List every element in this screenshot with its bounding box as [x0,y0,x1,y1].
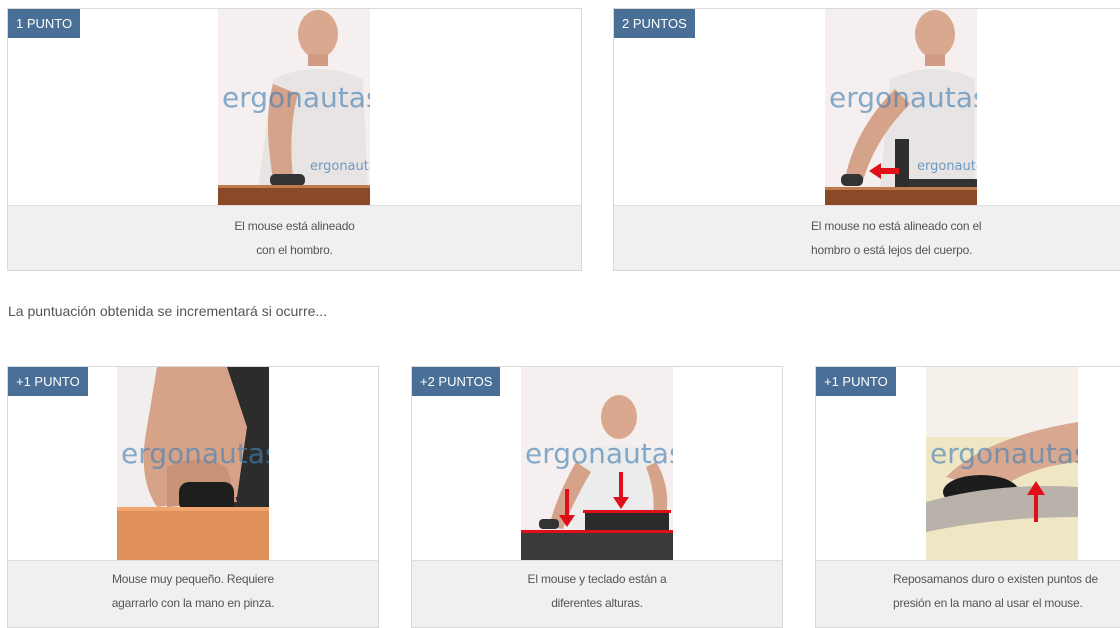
card-caption: El mouse no está alineado con el hombro … [614,205,1120,270]
score-badge: 1 PUNTO [8,9,81,38]
watermark-small: ergonautas [917,159,977,174]
caption-line-2: agarrarlo con la mano en pinza. [111,596,275,610]
card-image-area: ergonautas [816,367,1120,562]
watermark-large: ergonautas [525,437,673,470]
score-card-1-punto: ergonautas ergonautas 1 PUNTO El mouse e… [7,8,582,271]
score-badge: 2 PUNTOS [614,9,695,38]
modifier-card-small-mouse: ergonautas +1 PUNTO Mouse muy pequeño. R… [7,366,379,628]
posture-photo: ergonautas [926,367,1078,562]
modifier-card-different-heights: ergonautas +2 PUNTOS El mouse y teclado … [411,366,783,628]
watermark-large: ergonautas [829,81,977,114]
caption-line-1: Reposamanos duro o existen puntos de [893,572,1098,586]
watermark-large: ergonautas [121,437,269,470]
card-image-area: ergonautas [8,367,378,562]
watermark-small: ergonautas [310,159,370,174]
score-increase-intro: La puntuación obtenida se incrementará s… [8,303,328,319]
card-caption: El mouse y teclado están a diferentes al… [412,560,782,627]
modifier-badge: +1 PUNTO [816,367,896,396]
posture-photo: ergonautas ergonautas [218,9,370,205]
caption-line-1: El mouse no está alineado con el [811,219,982,233]
modifier-card-hard-wrist-rest: ergonautas +1 PUNTO Reposamanos duro o e… [815,366,1120,628]
caption-line-1: El mouse está alineado [234,219,355,233]
card-caption: Mouse muy pequeño. Requiere agarrarlo co… [8,560,378,627]
caption-line-2: presión en la mano al usar el mouse. [893,596,1083,610]
caption-line-1: El mouse y teclado están a [527,572,667,586]
watermark-large: ergonautas [222,81,370,114]
card-image-area: ergonautas ergonautas [614,9,1120,205]
posture-photo: ergonautas ergonautas [825,9,977,205]
modifier-badge: +2 PUNTOS [412,367,501,396]
watermark-large: ergonautas [930,437,1078,470]
caption-line-1: Mouse muy pequeño. Requiere [111,572,275,586]
posture-photo: ergonautas [117,367,269,562]
caption-line-2: con el hombro. [256,243,333,257]
card-image-area: ergonautas [412,367,782,562]
modifier-badge: +1 PUNTO [8,367,88,396]
caption-line-2: hombro o está lejos del cuerpo. [811,243,973,257]
score-card-2-puntos: ergonautas ergonautas 2 PUNTOS El mouse … [613,8,1120,271]
card-caption: El mouse está alineado con el hombro. [8,205,581,270]
card-caption: Reposamanos duro o existen puntos de pre… [816,560,1120,627]
posture-photo: ergonautas [521,367,673,562]
caption-line-2: diferentes alturas. [551,596,643,610]
card-image-area: ergonautas ergonautas [8,9,581,205]
